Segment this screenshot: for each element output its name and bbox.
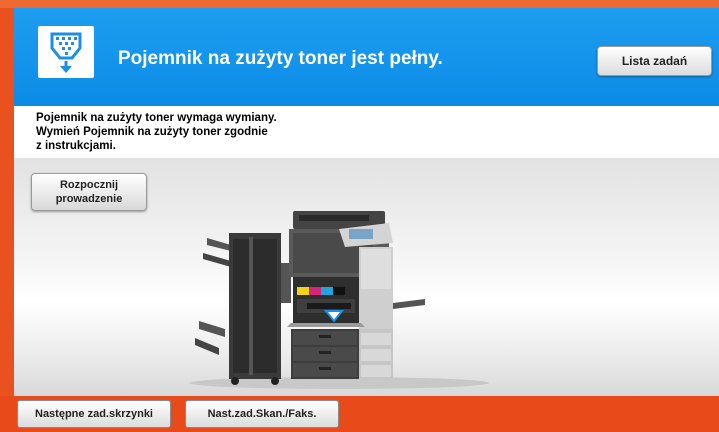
alert-title: Pojemnik na zużyty toner jest pełny. [118,48,443,69]
guide-label-line2: prowadzenie [55,193,123,205]
alert-header: Pojemnik na zużyty toner jest pełny. Lis… [14,8,719,106]
next-scan-fax-job-button[interactable]: Nast.zad.Skan./Faks. [185,400,339,428]
next-box-job-button[interactable]: Następne zad.skrzynki [17,400,171,428]
start-guidance-button[interactable]: Rozpocznij prowadzenie [31,173,147,211]
guide-label-line1: Rozpocznij [59,179,119,191]
message-text: Pojemnik na zużyty toner wymaga wymiany.… [36,111,277,153]
waste-toner-icon [38,26,94,78]
illustration-panel: Rozpocznij prowadzenie [14,158,719,396]
message-line-1: Pojemnik na zużyty toner wymaga wymiany. [36,112,277,124]
message-line-2: Wymień Pojemnik na zużyty toner zgodnie [36,126,268,138]
job-list-button[interactable]: Lista zadań [597,46,712,76]
alert-screen: Pojemnik na zużyty toner jest pełny. Lis… [0,0,719,432]
message-line-3: z instrukcjami. [36,140,116,152]
printer-illustration [189,211,489,389]
top-strip [0,0,719,8]
bottom-bar: Następne zad.skrzynki Nast.zad.Skan./Fak… [0,396,719,432]
message-panel: Pojemnik na zużyty toner wymaga wymiany.… [14,106,719,158]
